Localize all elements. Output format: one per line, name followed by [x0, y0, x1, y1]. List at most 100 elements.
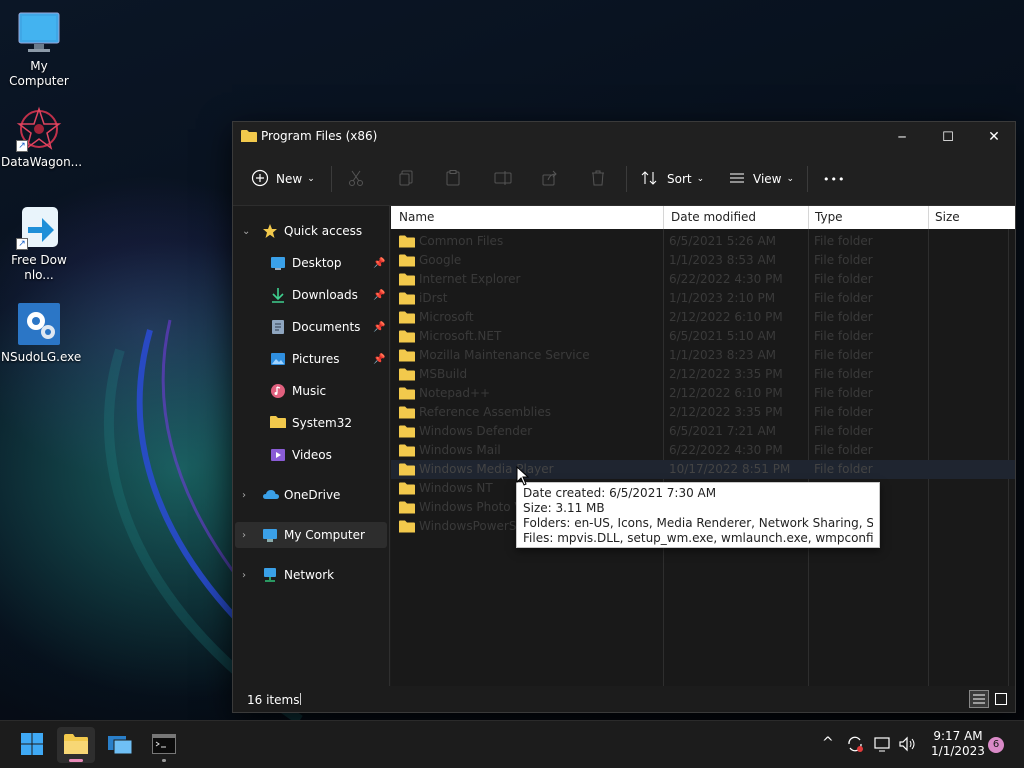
file-type: File folder: [814, 329, 873, 343]
nav-item-my-computer[interactable]: › My Computer: [235, 522, 387, 548]
column-divider[interactable]: [928, 206, 929, 229]
column-header-name[interactable]: Name: [399, 210, 434, 224]
tooltip-date-created: Date created: 6/5/2021 7:30 AM: [523, 486, 717, 500]
nav-item-pictures[interactable]: Pictures 📌: [233, 346, 389, 372]
download-icon: [270, 287, 286, 303]
chevron-right-icon[interactable]: ›: [242, 530, 246, 541]
chevron-down-icon[interactable]: ⌄: [242, 226, 250, 237]
file-name: MSBuild: [419, 367, 468, 381]
nav-item-quick-access[interactable]: ⌄ Quick access: [233, 218, 389, 244]
nav-label: Music: [292, 384, 327, 398]
desktop-icon-free-download[interactable]: ↗ Free Downlo...: [1, 204, 77, 283]
start-button[interactable]: [13, 727, 51, 763]
folder-icon: [399, 254, 415, 267]
notification-badge[interactable]: 6: [988, 737, 1004, 753]
chevron-right-icon[interactable]: ›: [242, 570, 246, 581]
taskbar-file-explorer[interactable]: [57, 727, 95, 763]
column-header-type[interactable]: Type: [815, 210, 843, 224]
desktop-icon-label: Free Downlo...: [11, 253, 67, 282]
sync-icon[interactable]: [846, 735, 864, 757]
folder-icon: [399, 311, 415, 324]
details-view-button[interactable]: [969, 690, 989, 708]
nav-item-network[interactable]: › Network: [233, 562, 389, 588]
chevron-down-icon: ⌄: [696, 174, 705, 184]
new-button[interactable]: New ⌄: [251, 164, 315, 194]
nav-label: Quick access: [284, 224, 363, 238]
file-row[interactable]: Reference Assemblies 2/12/2022 3:35 PM Fil…: [391, 403, 1015, 422]
file-row[interactable]: Common Files 6/5/2021 5:26 AM File folder: [391, 232, 1015, 251]
display-icon[interactable]: [873, 735, 891, 757]
maximize-button[interactable]: ☐: [925, 122, 971, 152]
minimize-icon: ─: [898, 130, 906, 144]
file-row[interactable]: Mozilla Maintenance Service 1/1/2023 8:23…: [391, 346, 1015, 365]
nav-item-downloads[interactable]: Downloads 📌: [233, 282, 389, 308]
clock[interactable]: 9:17 AM 1/1/2023: [930, 729, 986, 759]
view-label: View: [753, 172, 782, 186]
title-bar[interactable]: Program Files (x86) ─ ☐ ✕: [233, 122, 1015, 152]
paste-button[interactable]: [445, 164, 461, 194]
nav-item-documents[interactable]: Documents 📌: [233, 314, 389, 340]
desktop-icon-datawagon[interactable]: ↗ DataWagon...: [1, 106, 82, 170]
file-name: Reference Assemblies: [419, 405, 551, 419]
share-button[interactable]: [542, 164, 558, 194]
nav-item-onedrive[interactable]: › OneDrive: [233, 482, 389, 508]
status-divider: [300, 693, 301, 705]
nav-item-desktop[interactable]: Desktop 📌: [233, 250, 389, 276]
view-button[interactable]: View ⌄: [729, 164, 794, 194]
desktop-icon-my-computer[interactable]: My Computer: [1, 10, 77, 89]
nav-item-videos[interactable]: Videos: [233, 442, 389, 468]
maximize-icon: ☐: [942, 129, 954, 145]
speaker-icon[interactable]: [898, 735, 918, 757]
tiles-view-button[interactable]: [992, 690, 1010, 708]
file-row[interactable]: Windows Mail 6/22/2022 4:30 PM File folder: [391, 441, 1015, 460]
chevron-right-icon[interactable]: ›: [242, 490, 246, 501]
nav-item-music[interactable]: Music: [233, 378, 389, 404]
file-name: iDrst: [419, 291, 448, 305]
column-header-date-modified[interactable]: Date modified: [671, 210, 756, 224]
new-label: New: [276, 172, 303, 186]
cut-button[interactable]: [348, 164, 364, 194]
file-row[interactable]: Internet Explorer 6/22/2022 4:30 PM File f…: [391, 270, 1015, 289]
file-name: Windows NT: [419, 481, 493, 495]
file-row[interactable]: Windows Media Player 10/17/2022 8:51 PM Fi…: [391, 460, 1015, 479]
close-button[interactable]: ✕: [971, 122, 1017, 152]
nav-item-system32[interactable]: System32: [233, 410, 389, 436]
sort-button[interactable]: Sort ⌄: [641, 164, 704, 194]
folder-icon: [270, 415, 286, 431]
taskbar-task-view[interactable]: [101, 727, 139, 763]
tooltip-files: Files: mpvis.DLL, setup_wm.exe, wmlaunch…: [523, 531, 873, 545]
chevron-down-icon: ⌄: [786, 174, 795, 184]
file-row[interactable]: iDrst 1/1/2023 2:10 PM File folder: [391, 289, 1015, 308]
more-options-button[interactable]: •••: [823, 164, 845, 194]
rename-button[interactable]: [494, 164, 512, 194]
clock-time: 9:17 AM: [933, 729, 983, 743]
file-row[interactable]: Microsoft 2/12/2022 6:10 PM File folder: [391, 308, 1015, 327]
video-icon: [270, 447, 286, 463]
minimize-button[interactable]: ─: [879, 122, 925, 152]
file-row[interactable]: Google 1/1/2023 8:53 AM File folder: [391, 251, 1015, 270]
column-divider[interactable]: [808, 206, 809, 229]
column-header-size[interactable]: Size: [935, 210, 960, 224]
file-date-modified: 10/17/2022 8:51 PM: [669, 462, 791, 476]
file-row[interactable]: Microsoft.NET 6/5/2021 5:10 AM File folder: [391, 327, 1015, 346]
file-date-modified: 6/22/2022 4:30 PM: [669, 443, 783, 457]
folder-icon: [399, 520, 415, 533]
music-icon: [270, 383, 286, 399]
copy-button[interactable]: [398, 164, 414, 194]
column-divider[interactable]: [663, 206, 664, 229]
document-icon: [270, 319, 286, 335]
folder-icon: [399, 273, 415, 286]
taskbar-terminal[interactable]: [145, 727, 183, 763]
delete-button[interactable]: [590, 164, 606, 194]
desktop-icon-nsudolg[interactable]: NSudoLG.exe: [1, 301, 81, 365]
file-explorer-icon: [63, 733, 89, 758]
trash-icon: [590, 170, 606, 189]
file-row[interactable]: Windows Defender 6/5/2021 7:21 AM File fol…: [391, 422, 1015, 441]
folder-icon: [399, 425, 415, 438]
file-row[interactable]: MSBuild 2/12/2022 3:35 PM File folder: [391, 365, 1015, 384]
taskbar: ^ 9:17 AM 1/1/2023 6: [0, 720, 1024, 768]
file-date-modified: 6/5/2021 5:10 AM: [669, 329, 777, 343]
file-row[interactable]: Notepad++ 2/12/2022 6:10 PM File folder: [391, 384, 1015, 403]
chevron-up-icon[interactable]: ^: [822, 735, 834, 751]
folder-icon: [399, 444, 415, 457]
